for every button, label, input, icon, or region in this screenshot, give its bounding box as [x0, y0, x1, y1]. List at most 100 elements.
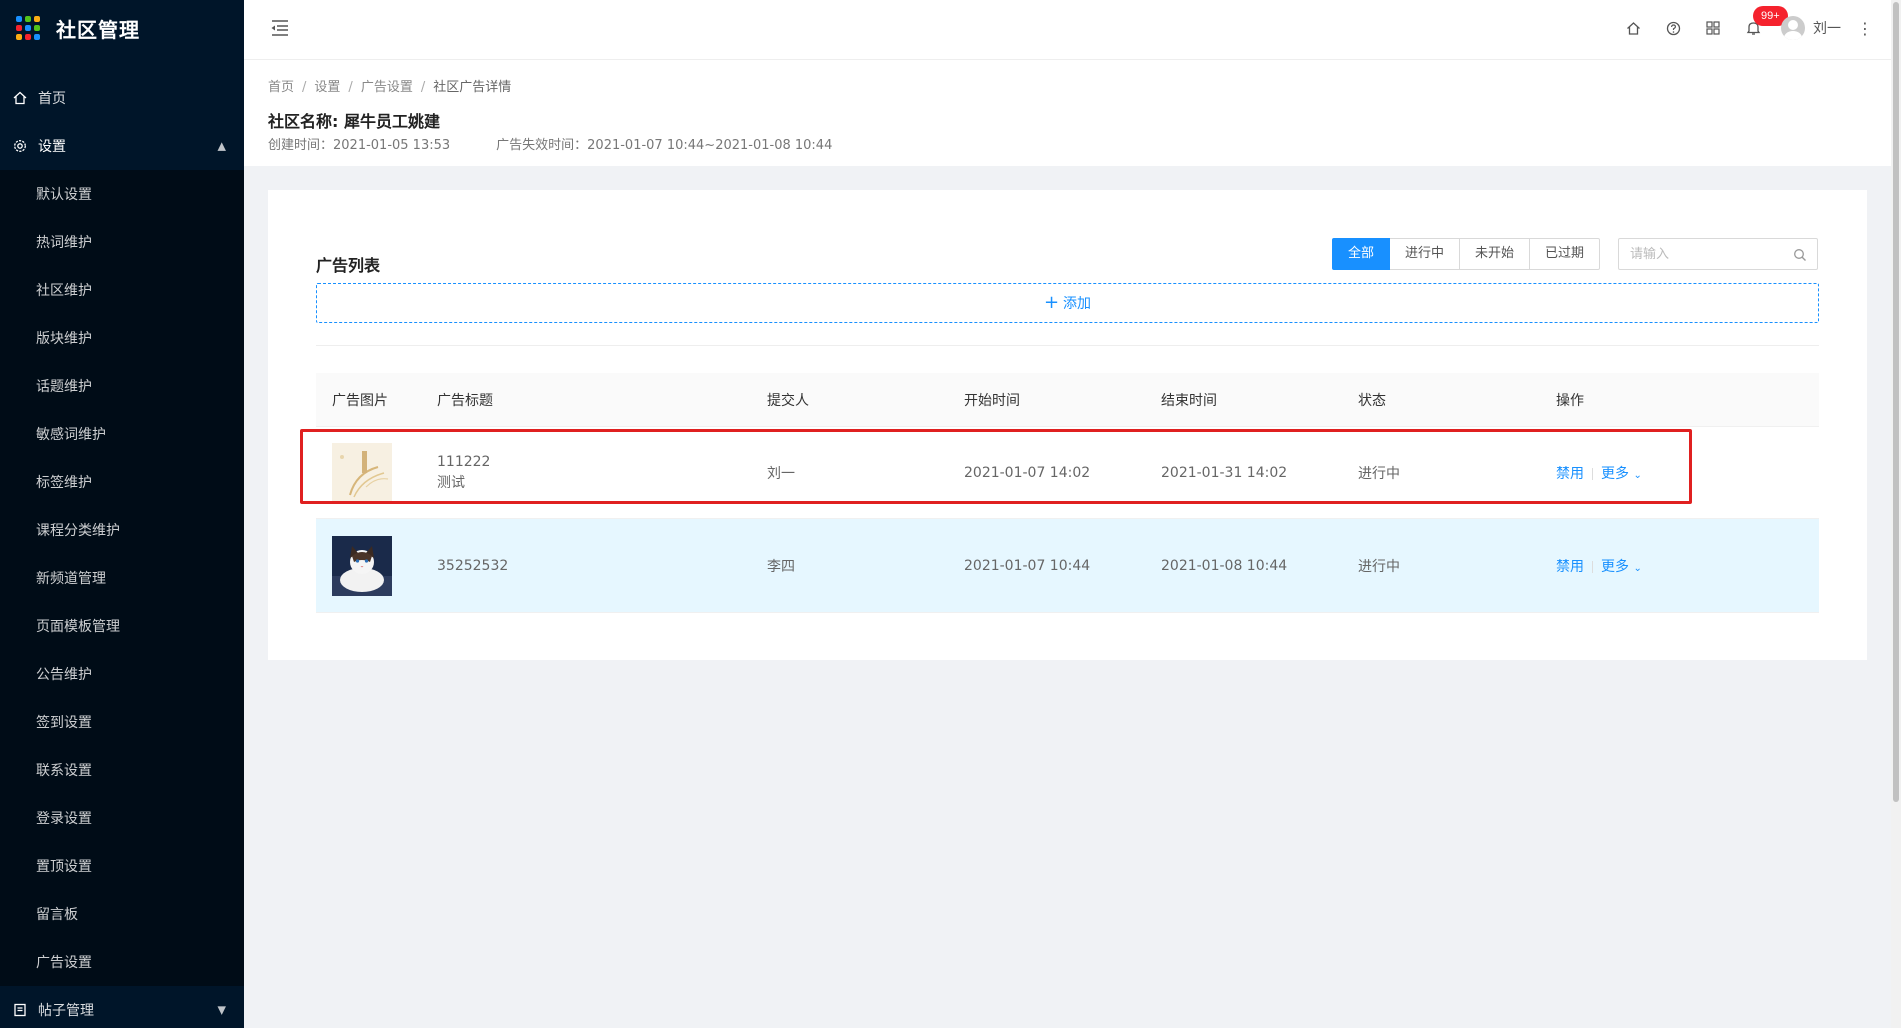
expiry-time: 广告失效时间：2021-01-07 10:44~2021-01-08 10:44: [496, 138, 833, 153]
header-actions: 99+ 刘一 ⋮: [1613, 0, 1875, 56]
status: 进行中: [1358, 465, 1400, 482]
ad-table: 广告图片 广告标题 提交人 开始时间 结束时间 状态 操作 111222 测试 …: [316, 373, 1819, 613]
sidebar-subitem[interactable]: 社区维护: [0, 266, 244, 314]
sidebar-subitem[interactable]: 置顶设置: [0, 842, 244, 890]
breadcrumb: 首页 / 设置 / 广告设置 / 社区广告详情: [268, 80, 512, 95]
breadcrumb-item[interactable]: 设置: [314, 80, 340, 95]
sidebar-subitem[interactable]: 联系设置: [0, 746, 244, 794]
status-filter: 全部 进行中 未开始 已过期: [1332, 238, 1601, 270]
end-time: 2021-01-08 10:44: [1161, 557, 1288, 574]
actions-cell: 禁用 更多 ⌄: [1556, 463, 1819, 483]
gear-icon: [12, 138, 28, 154]
sidebar-subitem[interactable]: 默认设置: [0, 170, 244, 218]
column-header: 结束时间: [1161, 392, 1217, 409]
created-time: 创建时间：2021-01-05 13:53: [268, 138, 451, 153]
table-header: 广告图片 广告标题 提交人 开始时间 结束时间 状态 操作: [316, 373, 1819, 427]
ad-image-cell: [316, 535, 437, 596]
column-header: 开始时间: [964, 392, 1020, 409]
sidebar-subitem[interactable]: 版块维护: [0, 314, 244, 362]
plus-icon: +: [1043, 292, 1060, 313]
breadcrumb-item-current: 社区广告详情: [433, 80, 512, 95]
sidebar-subitem[interactable]: 公告维护: [0, 650, 244, 698]
disable-button[interactable]: 禁用: [1556, 559, 1584, 575]
menu-fold-icon[interactable]: [268, 18, 290, 38]
question-icon[interactable]: [1653, 0, 1693, 56]
table-row[interactable]: 111222 测试 刘一 2021-01-07 14:02 2021-01-31…: [316, 427, 1819, 519]
ad-thumbnail[interactable]: [332, 442, 392, 503]
ad-title-cell: 35252532: [437, 558, 767, 574]
filter-in-progress[interactable]: 进行中: [1389, 238, 1461, 270]
submitter: 刘一: [767, 465, 795, 482]
ad-thumbnail[interactable]: [332, 535, 392, 596]
actions-cell: 禁用 更多 ⌄: [1556, 556, 1819, 576]
user-name: 刘一: [1813, 21, 1841, 37]
page-header: 首页 / 设置 / 广告设置 / 社区广告详情 社区名称: 犀牛员工姚建 创建时间：2021…: [244, 60, 1891, 166]
app-title: 社区管理: [56, 17, 140, 42]
chevron-down-icon: ▼: [217, 1003, 226, 1017]
search-input[interactable]: [1619, 239, 1779, 269]
ad-title-cell: 111222 测试: [437, 454, 767, 492]
apps-grid-icon: [16, 16, 40, 40]
breadcrumb-item[interactable]: 首页: [268, 80, 294, 95]
breadcrumb-item[interactable]: 广告设置: [361, 80, 413, 95]
column-header: 提交人: [767, 392, 809, 409]
home-icon: [12, 90, 28, 106]
sidebar-item-posts[interactable]: 帖子管理 ▼: [0, 986, 244, 1028]
sidebar-subitem[interactable]: 页面模板管理: [0, 602, 244, 650]
chevron-down-icon: ⌄: [1633, 562, 1642, 574]
search-icon[interactable]: [1793, 247, 1807, 261]
file-icon: [12, 1002, 28, 1018]
more-dropdown[interactable]: 更多 ⌄: [1601, 466, 1642, 482]
sidebar-subitem-ads[interactable]: 广告设置: [0, 938, 244, 986]
page-title: 社区名称: 犀牛员工姚建: [268, 112, 440, 131]
sidebar-item-home[interactable]: 首页: [0, 74, 244, 122]
page-scrollbar[interactable]: [1891, 0, 1901, 1028]
sidebar-subitem[interactable]: 标签维护: [0, 458, 244, 506]
filter-not-started[interactable]: 未开始: [1459, 238, 1531, 270]
avatar: [1781, 16, 1805, 40]
search-box: [1618, 238, 1818, 270]
start-time: 2021-01-07 14:02: [964, 464, 1091, 481]
more-label: 更多: [1601, 558, 1629, 575]
sidebar-item-settings[interactable]: 设置 ▲: [0, 122, 244, 170]
more-dropdown[interactable]: 更多 ⌄: [1601, 559, 1642, 575]
scrollbar-thumb[interactable]: [1893, 2, 1899, 802]
sidebar-subitem[interactable]: 签到设置: [0, 698, 244, 746]
column-header: 操作: [1556, 392, 1584, 409]
column-header: 广告图片: [332, 392, 388, 409]
sidebar-subitem[interactable]: 热词维护: [0, 218, 244, 266]
bell-icon[interactable]: 99+: [1733, 0, 1788, 56]
sidebar-subitem[interactable]: 话题维护: [0, 362, 244, 410]
sidebar-subitem[interactable]: 留言板: [0, 890, 244, 938]
more-label: 更多: [1601, 465, 1629, 482]
ad-title: 111222: [437, 453, 491, 470]
column-header: 广告标题: [437, 392, 493, 409]
filter-expired[interactable]: 已过期: [1529, 238, 1601, 270]
sidebar-subitem[interactable]: 新频道管理: [0, 554, 244, 602]
chevron-down-icon: ⌄: [1633, 469, 1642, 481]
filter-all[interactable]: 全部: [1332, 238, 1391, 270]
app-logo[interactable]: 社区管理: [0, 0, 244, 56]
settings-submenu: 默认设置 热词维护 社区维护 版块维护 话题维护 敏感词维护 标签维护 课程分类…: [0, 170, 244, 986]
grid-icon[interactable]: [1693, 0, 1733, 56]
ad-list-card: 广告列表 全部 进行中 未开始 已过期 + 添加 广告图片 广告标题 提交人 开…: [268, 190, 1867, 660]
table-row[interactable]: 35252532 李四 2021-01-07 10:44 2021-01-08 …: [316, 519, 1819, 613]
submitter: 李四: [767, 558, 795, 575]
home-icon[interactable]: [1613, 0, 1653, 56]
sidebar-subitem[interactable]: 登录设置: [0, 794, 244, 842]
sidebar: 社区管理 首页 设置 ▲ 默认设置 热词维护 社区维护 版块维护 话题维护 敏感…: [0, 0, 244, 1028]
ad-subtitle: 测试: [437, 474, 465, 491]
sidebar-subitem[interactable]: 课程分类维护: [0, 506, 244, 554]
status: 进行中: [1358, 558, 1400, 575]
sidebar-item-label: 帖子管理: [38, 1003, 94, 1019]
disable-button[interactable]: 禁用: [1556, 466, 1584, 482]
start-time: 2021-01-07 10:44: [964, 557, 1091, 574]
ad-title: 35252532: [437, 557, 509, 574]
add-ad-button[interactable]: + 添加: [316, 283, 1819, 323]
more-icon[interactable]: ⋮: [1855, 19, 1875, 38]
divider: [316, 345, 1819, 346]
sidebar-item-label: 设置: [38, 139, 66, 155]
column-header: 状态: [1358, 392, 1386, 409]
sidebar-subitem[interactable]: 敏感词维护: [0, 410, 244, 458]
sidebar-item-label: 首页: [38, 91, 66, 107]
